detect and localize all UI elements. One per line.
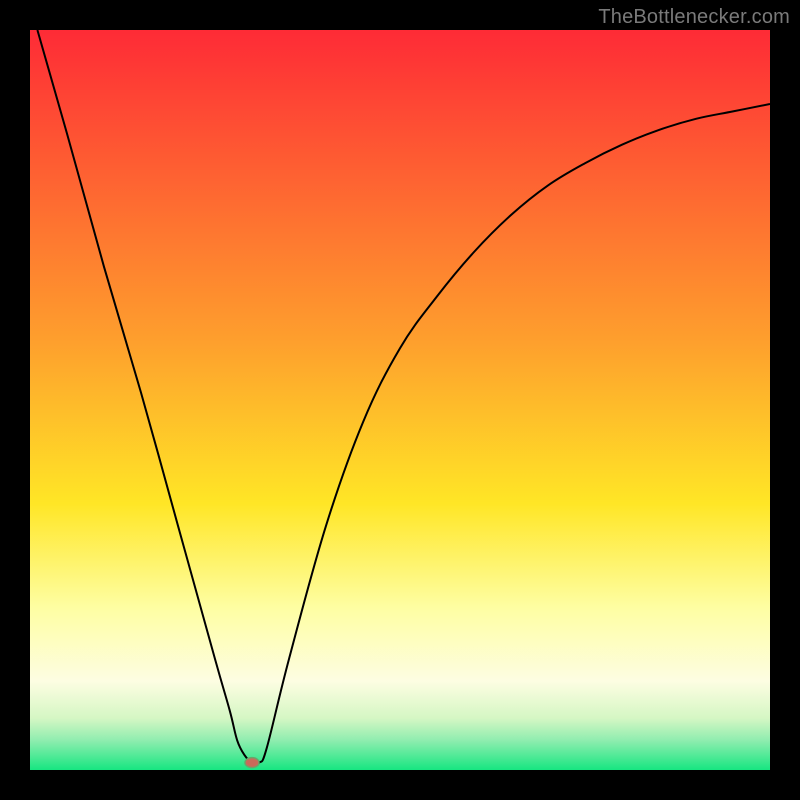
bottleneck-curve-chart	[30, 30, 770, 770]
watermark-text: TheBottlenecker.com	[598, 6, 790, 29]
gradient-background	[30, 30, 770, 770]
chart-frame: TheBottlenecker.com	[0, 0, 800, 800]
minimum-marker-icon	[245, 758, 259, 768]
plot-area	[30, 30, 770, 770]
